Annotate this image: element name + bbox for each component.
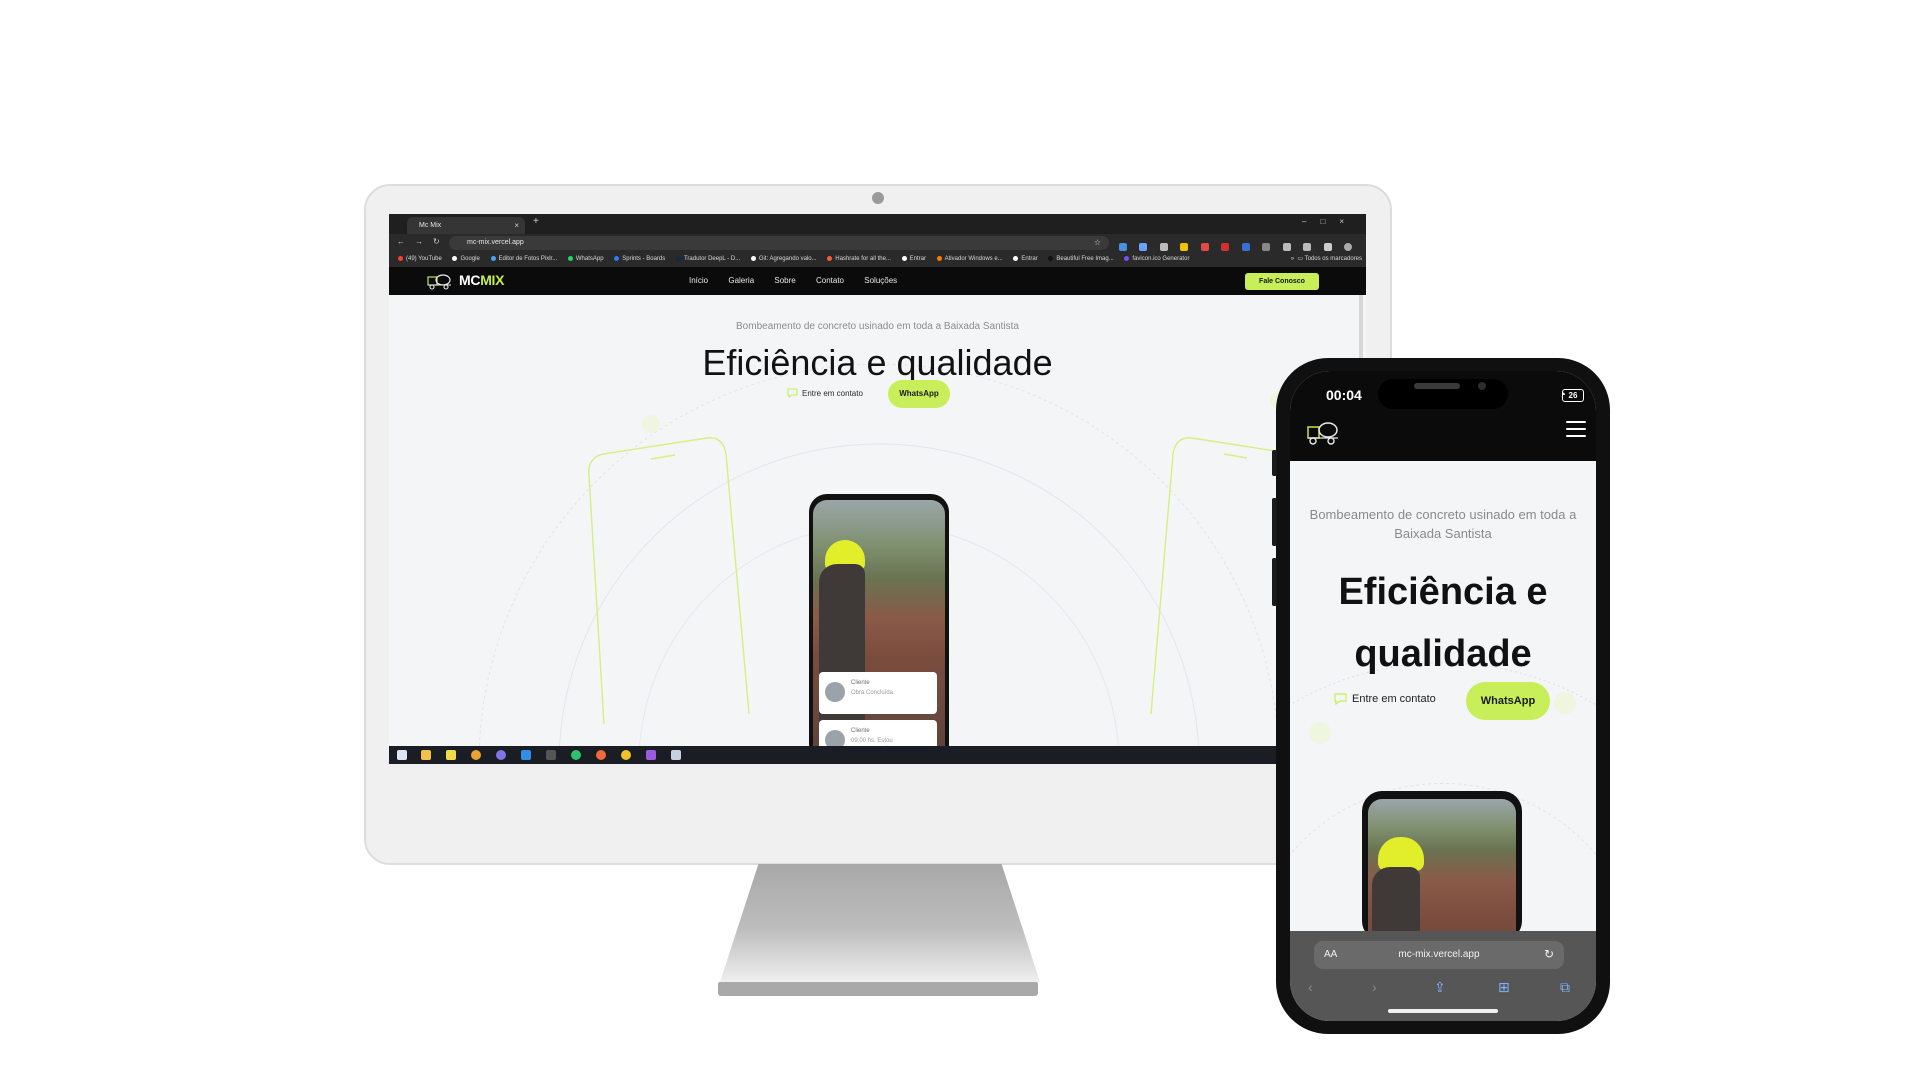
iphone-volume-up — [1272, 498, 1277, 546]
mobile-whatsapp-button[interactable]: WhatsApp — [1466, 682, 1550, 720]
app-icon[interactable] — [496, 750, 506, 760]
iphone-volume-down — [1272, 558, 1277, 606]
app-icon[interactable] — [671, 750, 681, 760]
mobile-hero-subtitle: Bombeamento de concreto usinado em toda … — [1309, 507, 1577, 541]
app-icon[interactable] — [446, 750, 456, 760]
avatar — [825, 682, 845, 702]
hero-phone-mockup: Cliente Obra Concluída. Cliente 09:00 hs… — [809, 494, 949, 764]
mobile-header: 00:04 ◔ 26 — [1290, 371, 1596, 461]
whatsapp-icon[interactable] — [571, 750, 581, 760]
mobile-contact-link[interactable]: Entre em contato — [1334, 693, 1436, 705]
hero-title: Eficiência e qualidade — [702, 342, 1053, 383]
imac-stand-base — [718, 982, 1038, 996]
reload-icon[interactable]: ↻ — [1544, 947, 1554, 961]
file-explorer-icon[interactable] — [421, 750, 431, 760]
battery-icon: 26 — [1562, 389, 1584, 402]
hamburger-menu-icon[interactable] — [1566, 421, 1586, 439]
hero-subtitle: Bombeamento de concreto usinado em toda … — [736, 321, 1019, 332]
iphone-side-button — [1272, 450, 1277, 476]
desktop-screen: Mc Mix × + –□× ←→↻ mc-mix.vercel.app ☆ (… — [389, 214, 1366, 764]
vscode-icon[interactable] — [521, 750, 531, 760]
status-time: 00:04 — [1326, 387, 1362, 403]
safari-url: mc-mix.vercel.app — [1398, 949, 1480, 960]
imac-camera — [872, 192, 884, 204]
safari-toolbar: AA mc-mix.vercel.app ↻ ‹ › ⇪ ⊞ ⧉ — [1290, 931, 1596, 1021]
mobile-screen: 00:04 ◔ 26 Bombeamento de concreto usina… — [1290, 371, 1596, 1021]
bookmarks-icon[interactable]: ⊞ — [1498, 979, 1510, 996]
worker-figure — [1372, 867, 1420, 941]
app-icon[interactable] — [621, 750, 631, 760]
windows-start-icon[interactable] — [397, 750, 407, 760]
imac-stand — [720, 864, 1040, 982]
share-icon[interactable]: ⇪ — [1434, 979, 1446, 996]
contact-link[interactable]: Entre em contato — [787, 388, 863, 398]
worker-photo — [1368, 799, 1516, 941]
tabs-icon[interactable]: ⧉ — [1560, 979, 1570, 996]
notification-card: Cliente Obra Concluída. — [819, 672, 937, 714]
terminal-icon[interactable] — [546, 750, 556, 760]
front-camera — [1478, 382, 1486, 390]
earpiece — [1414, 383, 1460, 389]
safari-address-bar[interactable]: AA mc-mix.vercel.app ↻ — [1314, 941, 1564, 969]
whatsapp-button[interactable]: WhatsApp — [888, 380, 950, 408]
chrome-icon[interactable] — [471, 750, 481, 760]
chat-icon — [1334, 693, 1347, 705]
mobile-hero-phone-mockup — [1362, 791, 1522, 941]
back-icon[interactable]: ‹ — [1308, 979, 1313, 995]
app-icon[interactable] — [596, 750, 606, 760]
hard-hat — [1378, 837, 1424, 871]
home-indicator — [1388, 1009, 1498, 1013]
mobile-hero-title: Eficiência e qualidade — [1338, 571, 1548, 675]
concrete-truck-icon[interactable] — [1306, 419, 1340, 445]
windows-taskbar: ^ ⊡ ☁ ◗ — [389, 746, 1366, 764]
visual-studio-icon[interactable] — [646, 750, 656, 760]
forward-icon[interactable]: › — [1372, 979, 1377, 995]
chat-icon — [787, 388, 798, 398]
safari-tools: ‹ › ⇪ ⊞ ⧉ — [1290, 977, 1596, 1001]
